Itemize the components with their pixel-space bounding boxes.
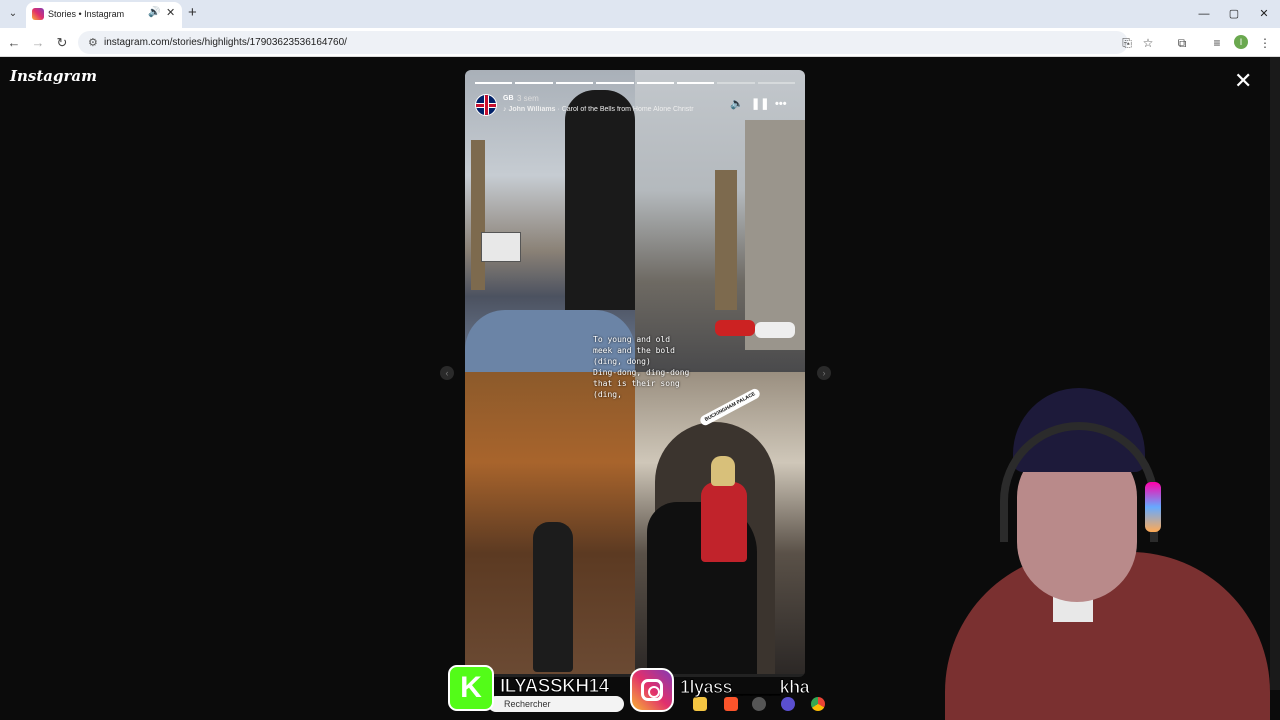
instagram-favicon-icon xyxy=(32,8,44,20)
progress-segment xyxy=(515,82,553,84)
new-tab-button[interactable]: + xyxy=(188,4,197,22)
close-window-button[interactable]: ✕ xyxy=(1254,5,1274,23)
tab-bar: ⌄ Stories • Instagram 🔊 ✕ + — ▢ ✕ xyxy=(0,0,1280,28)
hooded-person-shape xyxy=(565,90,635,310)
story-header: GB 3 sem ♪ John Williams · Carol of the … xyxy=(475,92,795,118)
story-card[interactable]: BUCKINGHAM PALACE To young and old meek … xyxy=(465,70,805,677)
webcam-overlay xyxy=(945,382,1270,720)
browser-toolbar: ← → ↻ ⚙ instagram.com/stories/highlights… xyxy=(0,28,1280,57)
story-viewer: Instagram ✕ ‹ › BUCKINGHAM PALACE To you… xyxy=(0,57,1280,720)
lyrics-sticker: To young and old meek and the bold (ding… xyxy=(593,335,690,399)
person-shape xyxy=(533,522,573,672)
previous-story-icon[interactable]: ‹ xyxy=(440,366,454,380)
url-text[interactable]: instagram.com/stories/highlights/1790362… xyxy=(104,37,347,48)
speaker-icon[interactable]: 🔊 xyxy=(148,7,160,18)
more-options-icon[interactable]: ••• xyxy=(775,97,787,111)
instagram-logo[interactable]: Instagram xyxy=(10,67,97,85)
building-shape xyxy=(745,120,805,350)
guard-shape xyxy=(701,482,747,562)
minimize-button[interactable]: — xyxy=(1194,5,1214,23)
street-sign-shape xyxy=(481,232,521,262)
kick-logo-icon: K xyxy=(448,665,494,711)
photo-horse-guard: BUCKINGHAM PALACE xyxy=(635,372,805,674)
bookmark-star-icon[interactable]: ☆ xyxy=(1139,34,1157,52)
address-bar[interactable]: ⚙ instagram.com/stories/highlights/17903… xyxy=(78,31,1128,54)
forward-icon[interactable]: → xyxy=(28,33,48,53)
profile-avatar[interactable]: I xyxy=(1234,35,1248,49)
file-explorer-icon[interactable] xyxy=(693,697,707,711)
chrome-icon[interactable] xyxy=(811,697,825,711)
install-app-icon[interactable]: ⎘ xyxy=(1118,34,1136,52)
progress-segment xyxy=(596,82,634,84)
story-progress-bar xyxy=(475,82,795,84)
site-info-icon[interactable]: ⚙ xyxy=(88,36,98,49)
story-username[interactable]: GB xyxy=(503,95,514,102)
rgb-earcup-shape xyxy=(1145,482,1161,532)
tab-title: Stories • Instagram xyxy=(48,9,125,19)
instagram-username: 1lyass_____kha xyxy=(679,677,810,698)
scrollbar[interactable] xyxy=(1270,57,1280,690)
clock-tower-shape xyxy=(715,170,737,310)
helmet-shape xyxy=(711,456,735,486)
music-title: · Carol of the Bells from Home Alone Chr… xyxy=(555,106,694,113)
clock-tower-shape xyxy=(471,140,485,290)
extensions-icon[interactable]: ⧉ xyxy=(1173,34,1191,52)
obs-icon[interactable] xyxy=(752,697,766,711)
progress-segment xyxy=(717,82,755,84)
close-icon[interactable]: ✕ xyxy=(1234,69,1252,93)
kick-username: ILYASSKH14 xyxy=(500,676,610,698)
story-time: 3 sem xyxy=(517,94,539,103)
restore-button[interactable]: ▢ xyxy=(1224,5,1244,23)
music-artist: John Williams xyxy=(508,106,556,113)
instagram-logo-icon xyxy=(630,668,674,712)
progress-segment xyxy=(636,82,674,84)
menu-kebab-icon[interactable]: ⋮ xyxy=(1256,34,1274,52)
progress-segment xyxy=(757,82,795,84)
back-icon[interactable]: ← xyxy=(4,33,24,53)
white-car-shape xyxy=(755,322,795,338)
pause-icon[interactable]: ❚❚ xyxy=(751,97,769,111)
progress-segment xyxy=(555,82,594,84)
photo-autumn-tree xyxy=(465,372,635,674)
progress-segment xyxy=(475,82,513,84)
close-tab-icon[interactable]: ✕ xyxy=(166,6,175,19)
volume-icon[interactable]: 🔈 xyxy=(730,97,744,111)
taskbar-search[interactable]: Rechercher xyxy=(488,696,624,712)
music-info[interactable]: ♪ John Williams · Carol of the Bells fro… xyxy=(503,106,723,113)
next-story-icon[interactable]: › xyxy=(817,366,831,380)
uk-flag-avatar[interactable] xyxy=(475,94,497,116)
progress-segment xyxy=(676,82,715,84)
reload-icon[interactable]: ↻ xyxy=(52,33,72,53)
brave-browser-icon[interactable] xyxy=(724,697,738,711)
active-tab[interactable]: Stories • Instagram 🔊 ✕ xyxy=(26,2,182,28)
tab-search-icon[interactable]: ⌄ xyxy=(4,5,22,23)
media-control-icon[interactable]: ≡ xyxy=(1208,34,1226,52)
app-icon[interactable] xyxy=(781,697,795,711)
search-placeholder: Rechercher xyxy=(504,699,551,709)
